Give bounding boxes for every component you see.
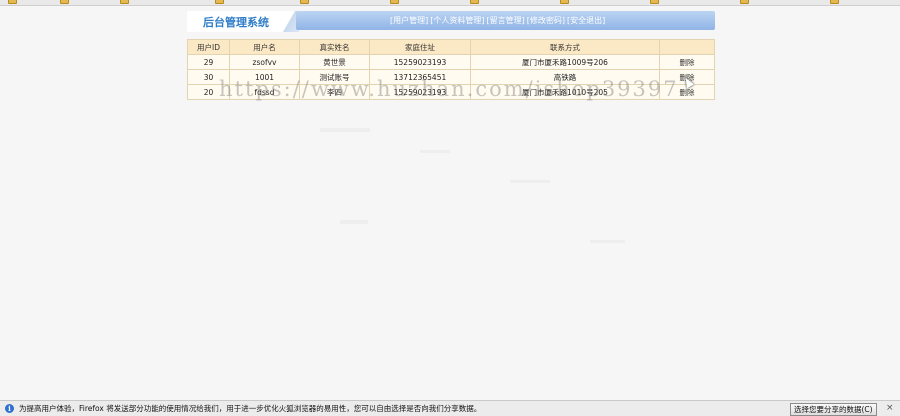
table-row: 29 zsofvv 黄世景 15259023193 厦门市厦禾路1009号206…: [187, 54, 715, 70]
cell-contact: 厦门市厦禾路1010号205: [470, 84, 660, 100]
cell-address: 15259023193: [369, 84, 471, 100]
folder-icon: [120, 0, 129, 4]
info-icon: i: [5, 404, 14, 413]
nav-user-management[interactable]: [用户管理]: [390, 15, 428, 26]
cell-address: 13712365451: [369, 69, 471, 85]
cell-username: 1001: [229, 69, 300, 85]
bookmark-item[interactable]: [830, 0, 839, 4]
nav-message-management[interactable]: [留言管理]: [487, 15, 525, 26]
cell-contact: 高铁路: [470, 69, 660, 85]
cell-contact: 厦门市厦禾路1009号206: [470, 54, 660, 70]
notification-message: 为提高用户体验，Firefox 将发送部分功能的使用情况给我们，用于进一步优化火…: [19, 404, 482, 413]
column-header-address: 家庭住址: [369, 39, 471, 55]
bookmark-item[interactable]: [215, 0, 224, 4]
folder-icon: [830, 0, 839, 4]
folder-icon: [560, 0, 569, 4]
user-table: 用户ID 用户名 真实姓名 家庭住址 联系方式 29 zsofvv 黄世景 15…: [187, 39, 715, 100]
folder-icon: [740, 0, 749, 4]
cell-real-name: 测试账号: [299, 69, 370, 85]
bookmarks-toolbar: [0, 0, 900, 6]
cell-username: zsofvv: [229, 54, 300, 70]
column-header-action: [659, 39, 715, 55]
column-header-real-name: 真实姓名: [299, 39, 370, 55]
cell-user-id: 30: [187, 69, 230, 85]
folder-icon: [215, 0, 224, 4]
folder-icon: [8, 0, 17, 4]
bookmark-item[interactable]: [740, 0, 749, 4]
nav-change-password[interactable]: [修改密码]: [527, 15, 565, 26]
column-header-user-id: 用户ID: [187, 39, 230, 55]
cell-username: fdssd: [229, 84, 300, 100]
folder-icon: [60, 0, 69, 4]
column-header-username: 用户名: [229, 39, 300, 55]
folder-icon: [650, 0, 659, 4]
close-icon[interactable]: ×: [886, 403, 894, 413]
table-row: 20 fdssd 李四 15259023193 厦门市厦禾路1010号205 删…: [187, 84, 715, 100]
nav-profile-management[interactable]: [个人资料管理]: [430, 15, 484, 26]
top-navigation: [用户管理] [个人资料管理] [留言管理] [修改密码] [安全退出]: [296, 11, 715, 30]
background-artifact: [510, 180, 550, 183]
cell-user-id: 20: [187, 84, 230, 100]
firefox-notification-bar: i 为提高用户体验，Firefox 将发送部分功能的使用情况给我们，用于进一步优…: [0, 400, 900, 416]
folder-icon: [470, 0, 479, 4]
bookmark-item[interactable]: [8, 0, 17, 4]
bookmark-item[interactable]: [120, 0, 129, 4]
background-artifact: [340, 220, 368, 224]
folder-icon: [300, 0, 309, 4]
folder-icon: [390, 0, 399, 4]
bookmark-item[interactable]: [650, 0, 659, 4]
cell-real-name: 黄世景: [299, 54, 370, 70]
background-artifact: [590, 240, 625, 243]
cell-action: 删除: [659, 54, 715, 70]
bookmark-item[interactable]: [300, 0, 309, 4]
background-artifact: [320, 128, 370, 132]
background-artifact: [420, 150, 450, 153]
table-header-row: 用户ID 用户名 真实姓名 家庭住址 联系方式: [187, 39, 715, 55]
bookmark-item[interactable]: [470, 0, 479, 4]
bookmark-item[interactable]: [390, 0, 399, 4]
nav-logout[interactable]: [安全退出]: [567, 15, 605, 26]
delete-link[interactable]: 删除: [680, 88, 695, 97]
column-header-contact: 联系方式: [470, 39, 660, 55]
cell-user-id: 29: [187, 54, 230, 70]
cell-address: 15259023193: [369, 54, 471, 70]
bookmark-item[interactable]: [60, 0, 69, 4]
table-row: 30 1001 测试账号 13712365451 高铁路 删除: [187, 69, 715, 85]
delete-link[interactable]: 删除: [680, 58, 695, 67]
share-data-button[interactable]: 选择您要分享的数据(C): [790, 403, 877, 416]
bookmark-item[interactable]: [560, 0, 569, 4]
cell-real-name: 李四: [299, 84, 370, 100]
admin-header: 后台管理系统 [用户管理] [个人资料管理] [留言管理] [修改密码] [安全…: [187, 11, 715, 32]
